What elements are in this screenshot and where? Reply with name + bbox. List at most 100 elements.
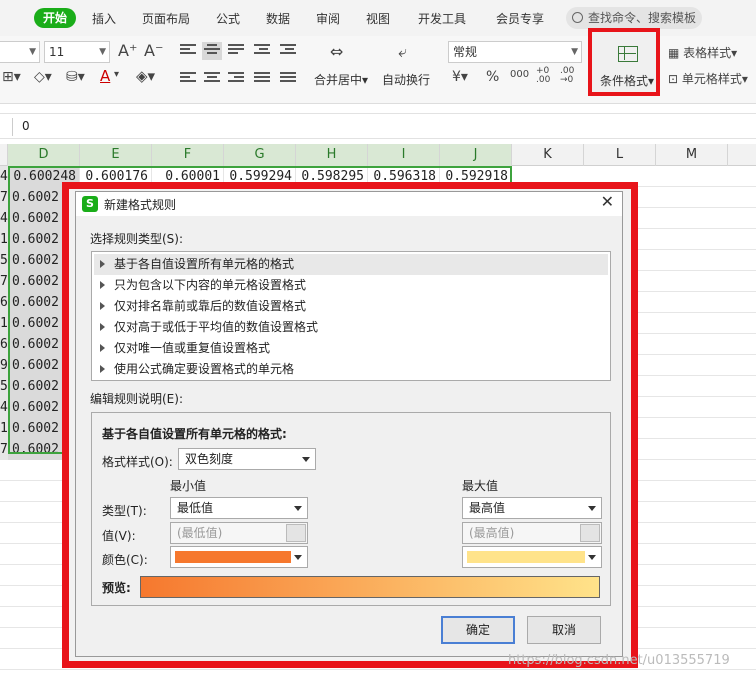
column-header-g[interactable]: G xyxy=(224,144,296,166)
close-icon[interactable]: ✕ xyxy=(601,192,614,211)
merge-center-icon[interactable]: ⇔ xyxy=(330,42,343,61)
tab-member[interactable]: 会员专享 xyxy=(496,10,544,27)
rule-type-item[interactable]: 仅对唯一值或重复值设置格式 xyxy=(94,338,608,359)
range-picker-icon[interactable] xyxy=(286,524,306,542)
cell-fill-icon[interactable]: ◇▾ xyxy=(34,69,52,85)
increase-indent-icon[interactable] xyxy=(278,42,298,60)
range-picker-icon[interactable] xyxy=(580,524,600,542)
column-header-f[interactable]: F xyxy=(152,144,224,166)
max-type-value: 最高值 xyxy=(469,501,506,515)
max-color-select[interactable] xyxy=(462,546,602,568)
min-type-value: 最低值 xyxy=(177,501,214,515)
formula-value: 0 xyxy=(22,119,30,133)
cell-style-button[interactable]: ⊡ 单元格样式▾ xyxy=(668,70,748,87)
column-header-d[interactable]: D xyxy=(8,144,80,166)
tab-page-layout[interactable]: 页面布局 xyxy=(142,10,190,27)
chevron-down-icon xyxy=(588,555,596,560)
tab-view[interactable]: 视图 xyxy=(366,10,390,27)
font-color-dropdown-icon[interactable]: ▾ xyxy=(114,69,119,80)
decrease-indent-icon[interactable] xyxy=(252,42,272,60)
column-header-j[interactable]: J xyxy=(440,144,512,166)
conditional-format-button[interactable]: 条件格式▾ xyxy=(588,28,660,96)
rule-type-item[interactable]: 仅对排名靠前或靠后的数值设置格式 xyxy=(94,296,608,317)
expand-arrow-icon xyxy=(100,281,105,289)
expand-arrow-icon xyxy=(100,344,105,352)
min-color-select[interactable] xyxy=(170,546,308,568)
format-style-label: 格式样式(O): xyxy=(102,455,173,469)
currency-icon[interactable]: ¥▾ xyxy=(452,69,468,85)
column-header-h[interactable]: H xyxy=(296,144,368,166)
fill-color-icon[interactable]: ⛁▾ xyxy=(66,69,85,85)
max-value-input[interactable]: (最高值) xyxy=(462,522,602,544)
border-icon[interactable]: ⊞▾ xyxy=(2,69,21,85)
clear-format-icon[interactable]: ◈▾ xyxy=(136,67,155,85)
wrap-text-icon[interactable]: ⤶ xyxy=(398,42,407,62)
expand-arrow-icon xyxy=(100,302,105,310)
align-top-icon[interactable] xyxy=(178,42,198,60)
merge-center-button[interactable]: 合并居中▾ xyxy=(314,71,368,88)
decrease-decimal-icon[interactable]: .00 →0 xyxy=(560,67,574,85)
column-header-k[interactable]: K xyxy=(512,144,584,166)
column-header-l[interactable]: L xyxy=(584,144,656,166)
number-format-value: 常规 xyxy=(453,45,478,59)
command-search-input[interactable]: 查找命令、搜索模板 xyxy=(566,7,702,29)
align-bottom-icon[interactable] xyxy=(226,42,246,60)
decrease-font-icon[interactable]: A⁻ xyxy=(144,41,163,60)
min-type-select[interactable]: 最低值 xyxy=(170,497,308,519)
chevron-down-icon xyxy=(294,506,302,511)
rule-type-list[interactable]: 基于各自值设置所有单元格的格式 只为包含以下内容的单元格设置格式 仅对排名靠前或… xyxy=(91,251,611,381)
tab-data[interactable]: 数据 xyxy=(266,10,290,27)
font-name-select[interactable]: ▼ xyxy=(0,41,40,63)
increase-font-icon[interactable]: A⁺ xyxy=(118,41,137,60)
dialog-titlebar[interactable]: S 新建格式规则 ✕ xyxy=(76,192,622,216)
increase-decimal-icon[interactable]: +0.00 xyxy=(536,67,550,85)
align-right-icon[interactable] xyxy=(226,70,246,88)
table-style-button[interactable]: ▦ 表格样式▾ xyxy=(668,44,737,61)
align-center-icon[interactable] xyxy=(202,70,222,88)
wrap-text-button[interactable]: 自动换行 xyxy=(382,71,430,88)
search-icon xyxy=(572,12,583,23)
max-type-select[interactable]: 最高值 xyxy=(462,497,602,519)
tab-review[interactable]: 审阅 xyxy=(316,10,340,27)
tab-formulas[interactable]: 公式 xyxy=(216,10,240,27)
column-header-m[interactable]: M xyxy=(656,144,728,166)
app-logo-icon: S xyxy=(82,196,98,212)
font-color-icon[interactable]: A xyxy=(100,67,110,85)
cancel-button[interactable]: 取消 xyxy=(527,616,601,644)
color-label: 颜色(C): xyxy=(102,553,148,567)
min-value-placeholder: (最低值) xyxy=(177,526,223,540)
max-color-swatch xyxy=(467,551,585,563)
min-value-input[interactable]: (最低值) xyxy=(170,522,308,544)
format-style-select[interactable]: 双色刻度 xyxy=(178,448,316,470)
formula-bar[interactable]: 0 xyxy=(0,113,756,139)
expand-arrow-icon xyxy=(100,365,105,373)
rule-type-item[interactable]: 只为包含以下内容的单元格设置格式 xyxy=(94,275,608,296)
column-header-e[interactable]: E xyxy=(80,144,152,166)
tab-home[interactable]: 开始 xyxy=(34,8,76,28)
tab-developer[interactable]: 开发工具 xyxy=(418,10,466,27)
thousands-icon[interactable]: 000 xyxy=(510,69,529,80)
column-headers: D E F G H I J K L M xyxy=(0,144,756,166)
min-header: 最小值 xyxy=(170,479,207,493)
preview-label: 预览: xyxy=(102,581,131,595)
number-format-select[interactable]: 常规 ▼ xyxy=(448,41,582,63)
chevron-down-icon xyxy=(302,457,310,462)
rule-type-label: 选择规则类型(S): xyxy=(90,232,184,246)
distributed-icon[interactable] xyxy=(278,70,298,88)
column-header-i[interactable]: I xyxy=(368,144,440,166)
rule-type-item[interactable]: 基于各自值设置所有单元格的格式 xyxy=(94,254,608,275)
align-middle-icon[interactable] xyxy=(202,42,222,60)
justify-icon[interactable] xyxy=(252,70,272,88)
font-size-select[interactable]: 11 ▼ xyxy=(44,41,110,63)
tab-insert[interactable]: 插入 xyxy=(92,10,116,27)
rule-type-item[interactable]: 仅对高于或低于平均值的数值设置格式 xyxy=(94,317,608,338)
edit-heading: 基于各自值设置所有单元格的格式: xyxy=(102,427,287,441)
percent-icon[interactable]: % xyxy=(486,69,499,85)
conditional-format-label: 条件格式▾ xyxy=(600,74,655,88)
rule-type-item[interactable]: 使用公式确定要设置格式的单元格 xyxy=(94,359,608,380)
min-color-swatch xyxy=(175,551,291,563)
search-placeholder: 查找命令、搜索模板 xyxy=(588,11,697,25)
ok-button[interactable]: 确定 xyxy=(441,616,515,644)
align-left-icon[interactable] xyxy=(178,70,198,88)
new-format-rule-dialog: S 新建格式规则 ✕ 选择规则类型(S): 基于各自值设置所有单元格的格式 只为… xyxy=(75,191,623,657)
